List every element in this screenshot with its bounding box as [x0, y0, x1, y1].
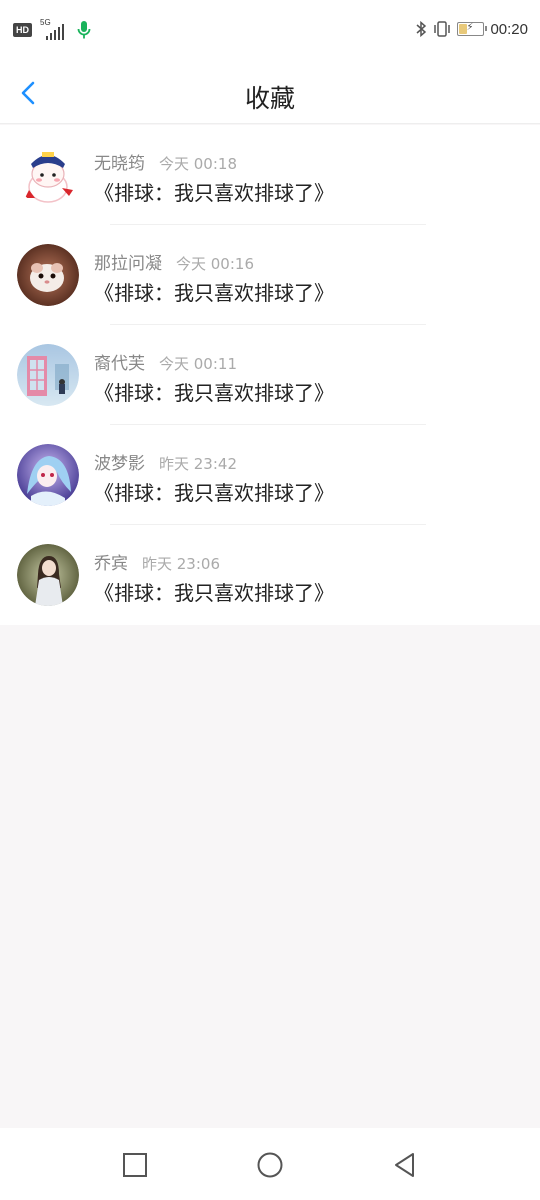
user-name: 乔宾 [94, 554, 128, 574]
signal-icon: 5G [40, 18, 68, 40]
girl-photo-avatar [17, 544, 79, 606]
header-bar: 收藏 [0, 62, 540, 124]
system-nav-bar [0, 1128, 540, 1200]
anime-girl-avatar [17, 444, 79, 506]
list-item[interactable]: 无晓筠 今天 00:18 《排球：我只喜欢排球了》 [0, 125, 540, 225]
timestamp: 今天 00:11 [159, 355, 237, 373]
status-bar: HD 5G ⚡ 00:20 [0, 0, 540, 62]
timestamp: 昨天 23:06 [142, 555, 220, 573]
list-item[interactable]: 裔代芙 今天 00:11 《排球：我只喜欢排球了》 [0, 325, 540, 425]
square-icon[interactable] [120, 1150, 150, 1180]
cartoon-character-avatar [17, 144, 79, 206]
favorite-title: 《排球：我只喜欢排球了》 [94, 481, 334, 505]
list-item[interactable]: 波梦影 昨天 23:42 《排球：我只喜欢排球了》 [0, 425, 540, 525]
timestamp: 今天 00:16 [176, 255, 254, 273]
list-item[interactable]: 乔宾 昨天 23:06 《排球：我只喜欢排球了》 [0, 525, 540, 625]
phone-booth-avatar [17, 344, 79, 406]
user-name: 那拉问凝 [94, 254, 162, 274]
vibrate-icon [434, 21, 451, 37]
battery-icon: ⚡ [457, 22, 488, 36]
favorite-title: 《排球：我只喜欢排球了》 [94, 181, 334, 205]
favorite-title: 《排球：我只喜欢排球了》 [94, 381, 334, 405]
clock: 00:20 [490, 20, 528, 38]
favorite-title: 《排球：我只喜欢排球了》 [94, 581, 334, 605]
user-name: 裔代芙 [94, 354, 145, 374]
circle-icon[interactable] [255, 1150, 285, 1180]
triangle-back-icon[interactable] [390, 1150, 420, 1180]
hd-badge: HD [13, 23, 32, 37]
user-name: 波梦影 [94, 454, 145, 474]
bluetooth-icon [416, 20, 427, 38]
timestamp: 昨天 23:42 [159, 455, 237, 473]
favorite-title: 《排球：我只喜欢排球了》 [94, 281, 334, 305]
microphone-icon [77, 21, 91, 39]
list-item[interactable]: 那拉问凝 今天 00:16 《排球：我只喜欢排球了》 [0, 225, 540, 325]
hamster-avatar [17, 244, 79, 306]
user-name: 无晓筠 [94, 154, 145, 174]
favorites-list: 无晓筠 今天 00:18 《排球：我只喜欢排球了》 那拉问凝 今天 00:16 … [0, 125, 540, 625]
timestamp: 今天 00:18 [159, 155, 237, 173]
page-title: 收藏 [244, 84, 295, 113]
